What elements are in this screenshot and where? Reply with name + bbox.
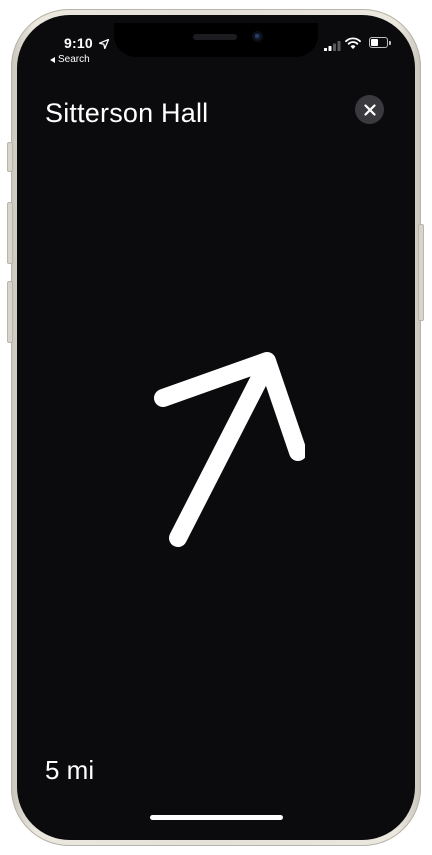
status-time: 9:10	[64, 35, 93, 51]
home-indicator[interactable]	[150, 815, 283, 820]
destination-title: Sitterson Hall	[45, 98, 209, 128]
phone-frame: 9:10 Search Sitterson Hall 5 mi	[7, 9, 424, 846]
location-arrow-icon	[98, 36, 110, 54]
speaker-grille	[193, 34, 237, 40]
battery-cap	[389, 41, 391, 45]
notch	[114, 23, 318, 57]
battery-icon	[369, 37, 388, 48]
close-button[interactable]	[355, 95, 384, 124]
screen: 9:10 Search Sitterson Hall 5 mi	[25, 23, 407, 832]
cellular-signal-icon	[324, 38, 341, 56]
close-icon	[363, 103, 376, 116]
back-label: Search	[58, 54, 90, 65]
back-to-search-link[interactable]: Search	[50, 54, 90, 65]
power-button	[418, 224, 424, 321]
action-button	[7, 142, 13, 172]
distance-label: 5 mi	[45, 755, 95, 785]
volume-up-button	[7, 202, 13, 264]
back-triangle-icon	[50, 56, 55, 63]
front-camera	[252, 31, 263, 42]
battery-level	[371, 39, 378, 46]
direction-arrow-icon	[154, 352, 305, 547]
volume-down-button	[7, 281, 13, 343]
bezel: 9:10 Search Sitterson Hall 5 mi	[17, 15, 415, 840]
wifi-icon	[345, 36, 361, 54]
